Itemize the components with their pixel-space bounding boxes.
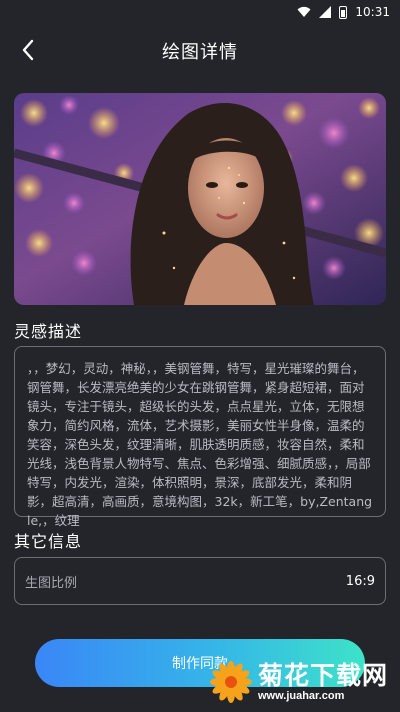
- page-title: 绘图详情: [162, 42, 238, 63]
- watermark-url: www.juahar.com: [258, 690, 345, 702]
- inspiration-label: 灵感描述: [14, 322, 83, 341]
- status-time: 10:31: [355, 5, 390, 19]
- watermark-title: 菊花下载网: [258, 661, 389, 690]
- signal-icon: [319, 6, 332, 18]
- aspect-ratio-row: 生图比例 16:9: [14, 557, 386, 605]
- other-info-label: 其它信息: [14, 532, 83, 551]
- portrait-image: [14, 93, 386, 305]
- header: 绘图详情: [0, 24, 400, 76]
- aspect-ratio-label: 生图比例: [25, 575, 78, 591]
- generated-image[interactable]: [14, 93, 386, 305]
- inspiration-description-box[interactable]: ，，梦幻，灵动，神秘，，美钢管舞，特写，星光璀璨的舞台，钢管舞，长发漂亮绝美的少…: [14, 346, 386, 528]
- chrysanthemum-logo-icon: [210, 661, 252, 703]
- wifi-icon: [297, 6, 311, 17]
- watermark: 菊花下载网 www.juahar.com: [210, 656, 396, 708]
- battery-icon: [339, 5, 348, 19]
- inspiration-description-text: ，，梦幻，灵动，神秘，，美钢管舞，特写，星光璀璨的舞台，钢管舞，长发漂亮绝美的少…: [27, 361, 373, 528]
- status-bar: 10:31: [0, 0, 400, 24]
- aspect-ratio-value: 16:9: [345, 573, 375, 589]
